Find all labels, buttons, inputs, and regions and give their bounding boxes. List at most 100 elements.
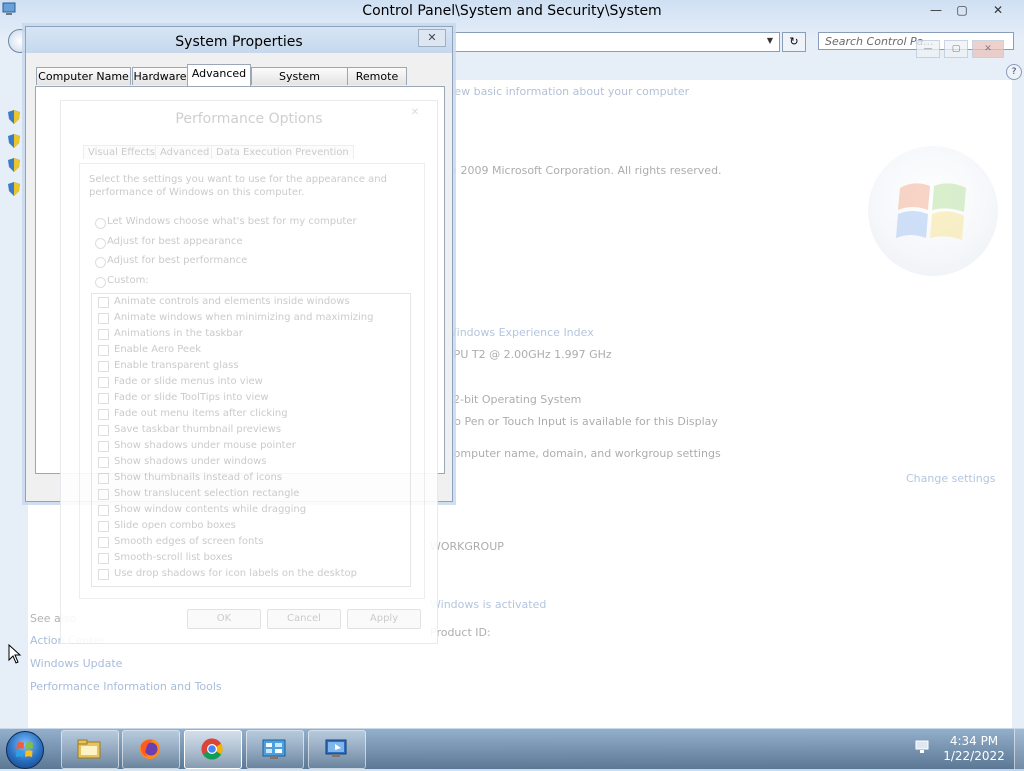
change-settings-link[interactable]: Change settings — [906, 472, 995, 485]
list-item[interactable]: Fade or slide ToolTips into view — [92, 390, 410, 406]
checkbox[interactable] — [98, 457, 109, 468]
taskbar: 4:34 PM 1/22/2022 — [0, 728, 1024, 769]
list-item[interactable]: Enable Aero Peek — [92, 342, 410, 358]
list-item[interactable]: Fade out menu items after clicking — [92, 406, 410, 422]
control-panel-titlebar[interactable]: Control Panel\System and Security\System… — [0, 0, 1024, 26]
remote-desktop-icon — [325, 739, 347, 757]
checkbox[interactable] — [98, 505, 109, 516]
folder-icon — [77, 739, 101, 759]
checkbox[interactable] — [98, 393, 109, 404]
list-item[interactable]: Show window contents while dragging — [92, 502, 410, 518]
list-item[interactable]: Smooth edges of screen fonts — [92, 534, 410, 550]
tab-computer-name[interactable]: Computer Name — [36, 67, 131, 85]
checkbox[interactable] — [98, 297, 109, 308]
radio-custom[interactable] — [95, 277, 106, 288]
list-item[interactable]: Show shadows under windows — [92, 454, 410, 470]
close-button[interactable]: ✕ — [405, 107, 425, 121]
checkbox[interactable] — [98, 409, 109, 420]
network-icon[interactable] — [914, 739, 930, 755]
list-item[interactable]: Save taskbar thumbnail previews — [92, 422, 410, 438]
list-item[interactable]: Show shadows under mouse pointer — [92, 438, 410, 454]
checkbox[interactable] — [98, 425, 109, 436]
checkbox[interactable] — [98, 313, 109, 324]
clock[interactable]: 4:34 PM 1/22/2022 — [938, 734, 1010, 764]
address-dropdown-icon[interactable]: ▼ — [764, 33, 776, 49]
dialog-title: Performance Options — [175, 111, 323, 127]
list-item[interactable]: Smooth-scroll list boxes — [92, 550, 410, 566]
refresh-button[interactable]: ↻ — [782, 32, 806, 52]
taskbar-control-panel[interactable] — [246, 730, 304, 769]
cancel-button[interactable]: Cancel — [267, 609, 341, 629]
close-button[interactable]: ✕ — [984, 1, 1012, 19]
checkbox[interactable] — [98, 441, 109, 452]
radio-best-performance[interactable] — [95, 257, 106, 268]
inner-close-button[interactable]: ✕ — [972, 40, 1004, 58]
list-item[interactable]: Fade or slide menus into view — [92, 374, 410, 390]
tab-system-protection[interactable]: System Protection — [251, 67, 348, 100]
list-item[interactable]: Slide open combo boxes — [92, 518, 410, 534]
ok-button[interactable]: OK — [187, 609, 261, 629]
tab-remote[interactable]: Remote — [347, 67, 407, 85]
checkbox[interactable] — [98, 521, 109, 532]
radio-label: Adjust for best performance — [107, 255, 248, 266]
minimize-button[interactable]: — — [922, 1, 950, 19]
page-heading: View basic information about your comput… — [444, 85, 690, 98]
taskbar-remote-desktop[interactable] — [308, 730, 366, 769]
address-bar[interactable] — [420, 32, 780, 52]
tab-hardware[interactable]: Hardware — [132, 67, 188, 85]
list-item[interactable]: Animate controls and elements inside win… — [92, 294, 410, 310]
checkbox[interactable] — [98, 345, 109, 356]
start-button[interactable] — [6, 731, 44, 769]
tab-advanced[interactable]: Advanced — [155, 145, 215, 159]
taskbar-explorer[interactable] — [61, 730, 119, 769]
activation-link[interactable]: Windows is activated — [430, 598, 546, 611]
taskbar-chrome[interactable] — [184, 730, 242, 769]
control-panel-icon — [262, 739, 286, 759]
radio-label: Custom: — [107, 275, 149, 286]
radio-label: Let Windows choose what's best for my co… — [107, 216, 357, 227]
help-icon[interactable]: ? — [1006, 64, 1022, 80]
radio-best-appearance[interactable] — [95, 238, 106, 249]
windows-logo — [868, 146, 998, 276]
list-item[interactable]: Enable transparent glass — [92, 358, 410, 374]
see-also-link[interactable]: Windows Update — [30, 657, 122, 670]
checkbox[interactable] — [98, 537, 109, 548]
checkbox[interactable] — [98, 329, 109, 340]
inner-minimize-button[interactable]: — — [916, 40, 940, 58]
settings-heading: Computer name, domain, and workgroup set… — [446, 447, 721, 460]
pen-touch-text: No Pen or Touch Input is available for t… — [446, 415, 718, 428]
list-item[interactable]: Use drop shadows for icon labels on the … — [92, 566, 410, 582]
description-line: Select the settings you want to use for … — [89, 174, 387, 185]
shield-icon — [8, 182, 20, 196]
radio-label: Adjust for best appearance — [107, 236, 243, 247]
chrome-icon — [201, 738, 223, 760]
tab-advanced[interactable]: Advanced — [187, 64, 251, 86]
list-item[interactable]: Animate windows when minimizing and maxi… — [92, 310, 410, 326]
shield-icon — [8, 158, 20, 172]
tab-data-execution-prevention[interactable]: Data Execution Prevention — [211, 145, 354, 159]
checkbox[interactable] — [98, 377, 109, 388]
processor-text: CPU T2 @ 2.00GHz 1.997 GHz — [446, 348, 612, 361]
checkbox[interactable] — [98, 553, 109, 564]
taskbar-firefox[interactable] — [122, 730, 180, 769]
window-title: Control Panel\System and Security\System — [362, 3, 662, 19]
checkbox[interactable] — [98, 489, 109, 500]
close-button[interactable]: ✕ — [418, 29, 446, 47]
description-line: performance of Windows on this computer. — [89, 187, 305, 198]
apply-button[interactable]: Apply — [347, 609, 421, 629]
maximize-button[interactable]: ▢ — [948, 1, 976, 19]
list-item[interactable]: Show thumbnails instead of icons — [92, 470, 410, 486]
tab-visual-effects[interactable]: Visual Effects — [83, 145, 161, 159]
experience-index-link[interactable]: Windows Experience Index — [446, 326, 594, 339]
list-item[interactable]: Show translucent selection rectangle — [92, 486, 410, 502]
checkbox[interactable] — [98, 361, 109, 372]
radio-let-windows-choose[interactable] — [95, 218, 106, 229]
checkbox[interactable] — [98, 569, 109, 580]
checkbox[interactable] — [98, 473, 109, 484]
visual-effects-list[interactable]: Animate controls and elements inside win… — [91, 293, 411, 587]
inner-maximize-button[interactable]: ▢ — [944, 40, 968, 58]
list-item[interactable]: Animations in the taskbar — [92, 326, 410, 342]
show-desktop-button[interactable] — [1014, 729, 1024, 769]
system-properties-titlebar[interactable]: System Properties ✕ — [26, 27, 452, 53]
see-also-link[interactable]: Performance Information and Tools — [30, 680, 222, 693]
